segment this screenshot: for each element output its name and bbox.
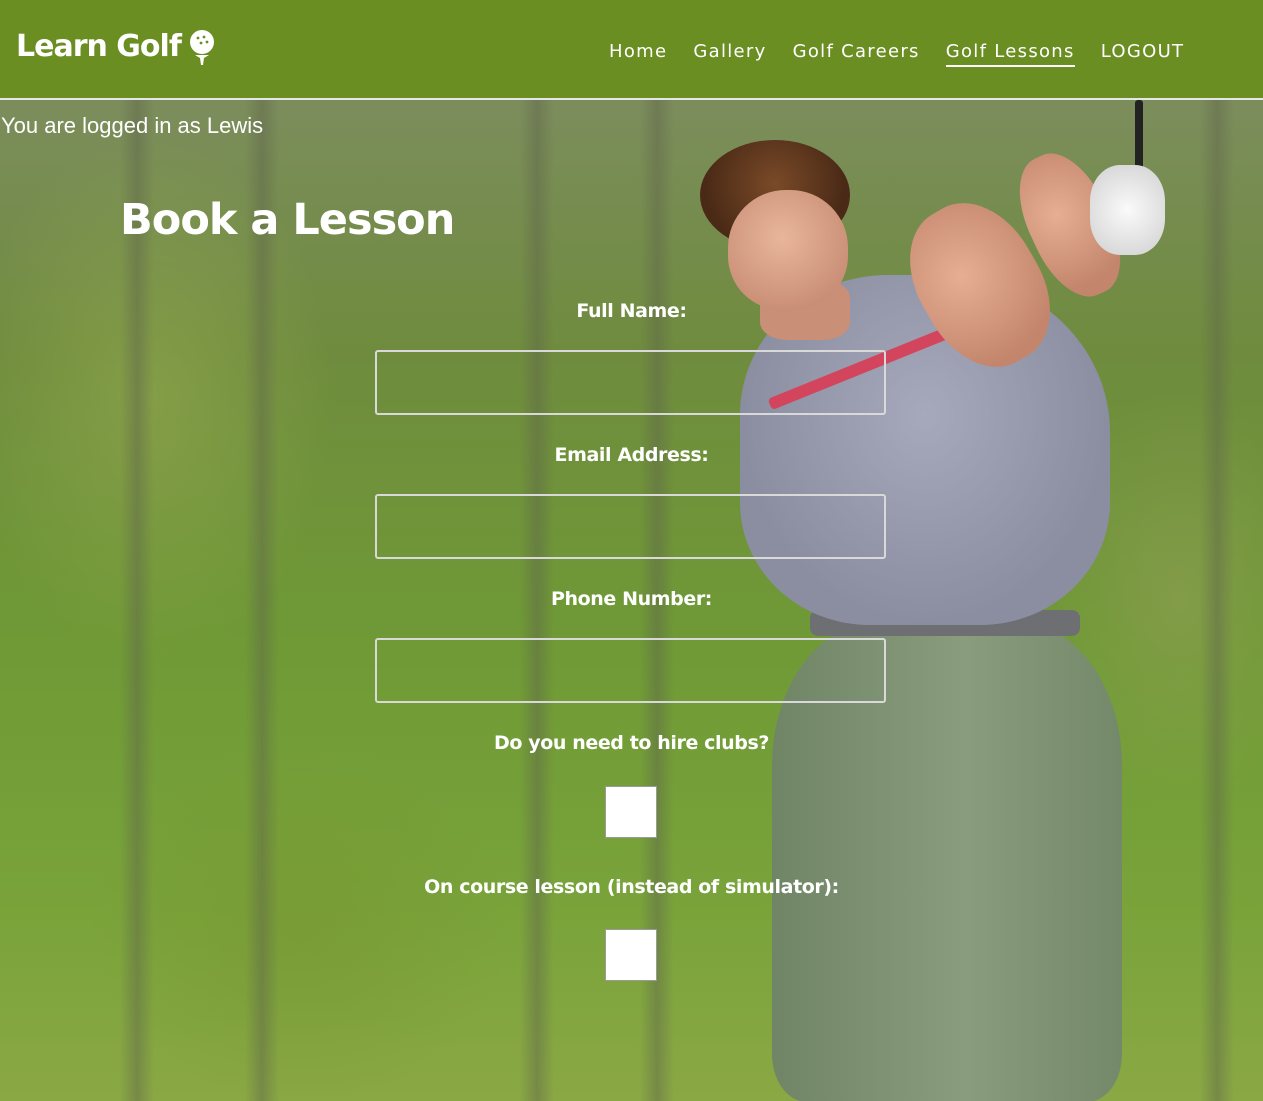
main-nav: Home Gallery Golf Careers Golf Lessons L… — [609, 41, 1210, 67]
nav-gallery-link[interactable]: Gallery — [693, 41, 766, 67]
golfer-face — [728, 190, 848, 310]
nav-golf-lessons-link[interactable]: Golf Lessons — [945, 41, 1075, 67]
page-title: Book a Lesson — [120, 195, 455, 245]
navbar: Learn Golf Home Gallery Golf Careers Gol… — [0, 0, 1263, 100]
logged-in-status: You are logged in as Lewis — [1, 113, 264, 138]
on-course-lesson-label: On course lesson (instead of simulator): — [424, 876, 839, 898]
nav-logout-link[interactable]: LOGOUT — [1101, 41, 1185, 67]
site-logo[interactable]: Learn Golf — [16, 27, 217, 65]
hire-clubs-label: Do you need to hire clubs? — [493, 732, 770, 754]
nav-home-link[interactable]: Home — [609, 41, 667, 67]
email-address-input[interactable] — [375, 494, 886, 559]
on-course-lesson-checkbox[interactable] — [605, 929, 657, 981]
logo-text: Learn Golf — [16, 28, 182, 64]
hire-clubs-checkbox[interactable] — [605, 786, 657, 838]
email-address-label: Email Address: — [554, 444, 709, 466]
golfer-glove — [1090, 165, 1165, 255]
phone-number-label: Phone Number: — [550, 588, 712, 610]
full-name-input[interactable] — [375, 350, 886, 415]
phone-number-input[interactable] — [375, 638, 886, 703]
golf-ball-on-tee-icon — [189, 30, 214, 65]
nav-golf-careers-link[interactable]: Golf Careers — [793, 41, 920, 67]
full-name-label: Full Name: — [576, 300, 687, 322]
